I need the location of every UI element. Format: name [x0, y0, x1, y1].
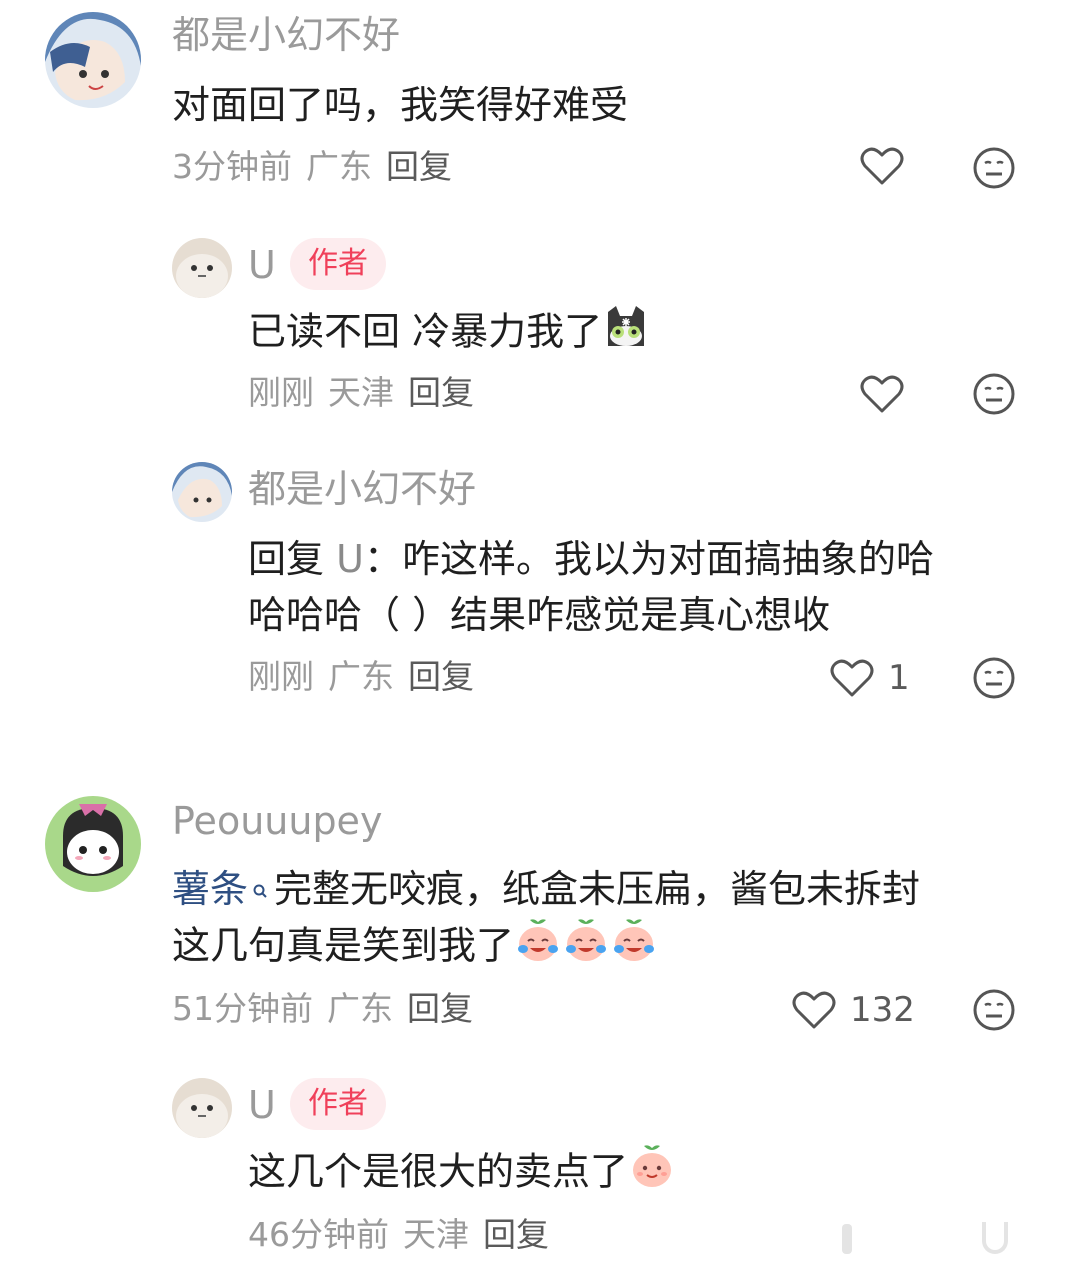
peach-cry-laugh-emoji: [562, 916, 610, 980]
comment-location: 天津: [328, 373, 394, 412]
reply-button[interactable]: 回复: [483, 1215, 549, 1254]
username[interactable]: Peouuupey: [172, 802, 382, 840]
meh-face-icon: [973, 657, 1015, 699]
topic-link[interactable]: 薯条: [172, 867, 248, 911]
heart-outline-icon: [830, 659, 874, 697]
comment-meta: 刚刚 广东 回复: [248, 660, 488, 693]
mention-link[interactable]: U: [336, 537, 364, 581]
comment-text: 这几个是很大的卖点了: [248, 1142, 676, 1206]
comment-text-line2-row: 这几句真是笑到我了: [172, 916, 658, 980]
comment-time: 51分钟前: [172, 989, 313, 1028]
comment-text: 对面回了吗，我笑得好难受: [172, 83, 629, 127]
heart-outline-icon: [860, 375, 904, 413]
reply-button[interactable]: 回复: [407, 989, 473, 1028]
like-button[interactable]: 132: [792, 990, 915, 1030]
search-small-icon: [252, 863, 268, 921]
comment-location: 天津: [403, 1215, 469, 1254]
avatar-user-1[interactable]: [45, 12, 141, 108]
avatar-user-1[interactable]: [172, 462, 232, 522]
comment-time: 刚刚: [248, 657, 314, 696]
comment-meta: 46分钟前 天津 回复: [248, 1218, 563, 1251]
heart-outline-icon: [860, 147, 904, 185]
like-button[interactable]: [860, 374, 904, 414]
comment-text-line1: 完整无咬痕，纸盒未压扁，酱包未拆封: [274, 867, 921, 911]
comment-time: 3分钟前: [172, 147, 292, 186]
comment-meta: 51分钟前 广东 回复: [172, 992, 487, 1025]
like-count: 132: [850, 990, 915, 1030]
peach-cry-laugh-emoji: [514, 916, 562, 980]
comment-time: 46分钟前: [248, 1215, 389, 1254]
comment-meta: 3分钟前 广东 回复: [172, 150, 466, 183]
partial-like-icon: [842, 1224, 852, 1254]
username[interactable]: 都是小幻不好: [248, 470, 476, 508]
comment-location: 广东: [306, 147, 372, 186]
like-button[interactable]: 1: [830, 658, 910, 698]
meh-face-icon: [973, 373, 1015, 415]
partial-dislike-icon: [982, 1222, 1008, 1254]
dislike-button[interactable]: [972, 656, 1016, 704]
meh-face-icon: [973, 147, 1015, 189]
avatar-author[interactable]: [172, 238, 232, 298]
like-count: 1: [888, 658, 910, 698]
comment-time: 刚刚: [248, 373, 314, 412]
comment-text-line2: 这几句真是笑到我了: [172, 923, 515, 968]
comment-text-line2: 哈哈哈（ ）结果咋感觉是真心想收: [248, 593, 831, 637]
author-badge: 作者: [290, 238, 386, 290]
reply-button[interactable]: 回复: [408, 657, 474, 696]
comment-text-line1: 咋这样。我以为对面搞抽象的哈: [401, 537, 934, 581]
cat-emoji: [602, 302, 650, 366]
comment-text-body: 已读不回 冷暴力我了: [248, 309, 603, 354]
comment-location: 广东: [327, 989, 393, 1028]
comment-location: 广东: [328, 657, 394, 696]
mention-separator: ：: [363, 537, 402, 581]
dislike-button[interactable]: [972, 372, 1016, 420]
comment-meta: 刚刚 天津 回复: [248, 376, 488, 409]
author-badge: 作者: [290, 1078, 386, 1130]
dislike-button[interactable]: [972, 988, 1016, 1036]
reply-button[interactable]: 回复: [386, 147, 452, 186]
like-button[interactable]: [860, 146, 904, 186]
dislike-button[interactable]: [972, 146, 1016, 194]
meh-face-icon: [973, 989, 1015, 1031]
avatar-author[interactable]: [172, 1078, 232, 1138]
username[interactable]: U: [248, 246, 276, 284]
avatar-user-2[interactable]: [45, 796, 141, 892]
heart-outline-icon: [792, 991, 836, 1029]
comment-text: 已读不回 冷暴力我了: [248, 302, 650, 366]
comment-text: 薯条 完整无咬痕，纸盒未压扁，酱包未拆封: [172, 860, 920, 921]
reply-button[interactable]: 回复: [408, 373, 474, 412]
comment-text: 回复 U：咋这样。我以为对面搞抽象的哈: [248, 530, 934, 588]
reply-prefix: 回复: [248, 537, 325, 581]
peach-smile-emoji: [628, 1142, 676, 1206]
peach-cry-laugh-emoji: [610, 916, 658, 980]
comment-text-body: 这几个是很大的卖点了: [248, 1149, 629, 1194]
username[interactable]: 都是小幻不好: [172, 16, 400, 54]
username[interactable]: U: [248, 1086, 276, 1124]
